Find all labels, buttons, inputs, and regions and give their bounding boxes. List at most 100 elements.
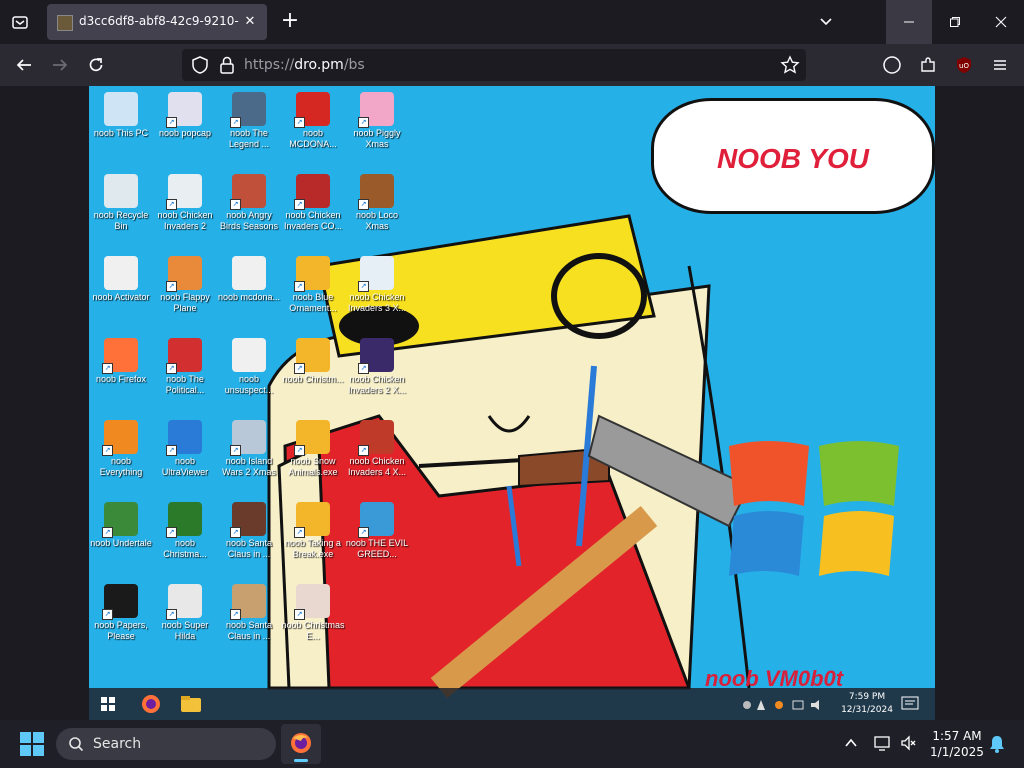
desktop-icon[interactable]: ↗ noob Loco Xmas <box>345 170 409 232</box>
speech-bubble-text: NOOB YOU <box>717 143 869 174</box>
search-placeholder: Search <box>93 736 142 752</box>
volume-muted-icon[interactable] <box>900 734 918 752</box>
desktop-icon[interactable]: ↗ noob Flappy Plane <box>153 252 217 314</box>
url-bar[interactable]: https://dro.pm/bs <box>182 49 806 81</box>
mcdonalds-icon: ↗ <box>294 92 330 128</box>
lock-icon[interactable] <box>218 55 236 79</box>
desktop-icon-label: noob unsuspect... <box>224 374 274 395</box>
desktop-icon[interactable]: ↗ noob Blue Ornament... <box>281 252 345 314</box>
browser-tab[interactable]: d3cc6df8-abf8-42c9-9210-bcb4 ✕ <box>47 4 267 40</box>
firefox-icon <box>291 733 311 753</box>
desktop-icon[interactable]: ↗ noob Firefox <box>89 334 153 385</box>
desktop-icon[interactable]: ↗ noob Christma... <box>153 498 217 560</box>
vm-desktop-screen[interactable]: NOOB YOU noob VM0b0t noob This PC ↗ noob p… <box>89 86 935 720</box>
desktop-icon[interactable]: ↗ noob Chicken Invaders 4 X... <box>345 416 409 478</box>
vm-system-tray-icons[interactable] <box>741 697 831 711</box>
desktop-icon[interactable]: noob mcdona... <box>217 252 281 303</box>
svg-text:uO: uO <box>959 62 969 70</box>
minimize-button[interactable] <box>886 0 932 44</box>
desktop-icon[interactable]: noob Activator <box>89 252 153 303</box>
desktop-icon[interactable]: ↗ noob Super Hilda <box>153 580 217 642</box>
restore-button[interactable] <box>932 0 978 44</box>
new-tab-button[interactable]: + <box>279 10 301 33</box>
taskbar-firefox-button[interactable] <box>281 724 321 764</box>
chevron-down-icon[interactable] <box>816 12 836 32</box>
menu-hamburger-icon[interactable] <box>989 54 1011 76</box>
desktop-icon-label: noob The Legend ... <box>228 128 270 149</box>
bookmark-star-icon[interactable] <box>780 55 800 79</box>
desktop-icon[interactable]: ↗ noob Christmas E... <box>281 580 345 642</box>
desktop-icon[interactable]: ↗ noob Chicken Invaders 2 X... <box>345 334 409 396</box>
desktop-icon[interactable]: ↗ noob Piggly Xmas <box>345 88 409 150</box>
desktop-icon[interactable]: ↗ noob Snow Animals.exe <box>281 416 345 478</box>
desktop-icon[interactable]: ↗ noob Papers, Please <box>89 580 153 642</box>
desktop-icon[interactable]: ↗ noob The Legend ... <box>217 88 281 150</box>
chevron-up-icon[interactable] <box>844 736 858 750</box>
shortcut-arrow-icon: ↗ <box>294 363 305 374</box>
shortcut-arrow-icon: ↗ <box>102 363 113 374</box>
network-icon[interactable] <box>874 734 892 752</box>
taskbar-clock[interactable]: 1:57 AM 1/1/2025 <box>926 728 988 760</box>
start-windows-icon[interactable] <box>20 732 44 756</box>
taskbar-time: 1:57 AM <box>932 729 982 743</box>
desktop-icon-label: noob Chicken Invaders 2 <box>157 210 213 231</box>
santa-icon: ↗ <box>230 502 266 538</box>
desktop-icon-label: noob Papers, Please <box>94 620 148 641</box>
vm-clock[interactable]: 7:59 PM 12/31/2024 <box>839 691 895 717</box>
shortcut-arrow-icon: ↗ <box>230 199 241 210</box>
shortcut-arrow-icon: ↗ <box>358 445 369 456</box>
firefox-icon: ↗ <box>102 338 138 374</box>
chicken-icon: ↗ <box>294 174 330 210</box>
ublock-origin-icon[interactable]: uO <box>953 54 975 76</box>
forward-arrow-icon[interactable] <box>49 54 71 76</box>
desktop-icon[interactable]: ↗ noob MCDONA... <box>281 88 345 150</box>
vm-firefox-icon[interactable] <box>141 694 161 714</box>
desktop-icon[interactable]: ↗ noob Christm... <box>281 334 345 385</box>
vm-notification-icon[interactable] <box>901 695 919 713</box>
desktop-icon[interactable]: ↗ noob Everything <box>89 416 153 478</box>
desktop-icon[interactable]: ↗ noob Angry Birds Seasons <box>217 170 281 232</box>
desktop-icon[interactable]: ↗ noob Chicken Invaders CO... <box>281 170 345 232</box>
desktop-icon[interactable]: ↗ noob Taking a Break.exe <box>281 498 345 560</box>
desktop-icon[interactable]: ↗ noob Chicken Invaders 3 X... <box>345 252 409 314</box>
desktop-icon-label: noob Recycle Bin <box>93 210 149 231</box>
angry-birds-icon: ↗ <box>230 174 266 210</box>
close-tab-icon[interactable]: ✕ <box>241 13 259 31</box>
santa-icon: ↗ <box>294 584 330 620</box>
close-window-button[interactable] <box>978 0 1024 44</box>
vm-start-windows-icon[interactable] <box>101 697 115 711</box>
extensions-puzzle-icon[interactable] <box>917 54 939 76</box>
tracking-protection-shield-icon[interactable] <box>190 55 210 79</box>
desktop-icon[interactable]: ↗ noob The Political... <box>153 334 217 396</box>
vm-file-explorer-icon[interactable] <box>181 696 201 712</box>
tab-title: d3cc6df8-abf8-42c9-9210-bcb4 <box>79 14 239 28</box>
desktop-icon-label: noob Angry Birds Seasons <box>219 210 279 231</box>
desktop-icon[interactable]: ↗ noob Undertale <box>89 498 153 549</box>
santa-icon: ↗ <box>230 584 266 620</box>
windows-taskbar: Search 1:57 AM 1/1/2025 <box>0 720 1024 768</box>
reload-icon[interactable] <box>85 54 107 76</box>
account-icon[interactable] <box>881 54 903 76</box>
notification-bell-icon[interactable] <box>988 734 1006 754</box>
list-all-tabs-icon[interactable] <box>8 10 32 34</box>
desktop-icon[interactable]: noob unsuspect... <box>217 334 281 396</box>
desktop-icon[interactable]: ↗ noob Santa Claus in ... <box>217 580 281 642</box>
desktop-icon[interactable]: ↗ noob popcap <box>153 88 217 139</box>
shortcut-arrow-icon: ↗ <box>166 363 177 374</box>
desktop-icon[interactable]: ↗ noob Chicken Invaders 2 <box>153 170 217 232</box>
url-scheme: https:// <box>244 57 295 73</box>
desktop-icon[interactable]: ↗ noob UltraViewer <box>153 416 217 478</box>
desktop-icon-label: noob The Political... <box>165 374 205 395</box>
desktop-icon[interactable]: ↗ noob Santa Claus in ... <box>217 498 281 560</box>
file-icon <box>232 256 266 290</box>
shortcut-arrow-icon: ↗ <box>166 527 177 538</box>
desktop-icon[interactable]: ↗ noob Island Wars 2 Xmas <box>217 416 281 478</box>
back-arrow-icon[interactable] <box>13 54 35 76</box>
desktop-icon[interactable]: noob Recycle Bin <box>89 170 153 232</box>
desktop-icon[interactable]: ↗ noob THE EVIL GREED... <box>345 498 409 560</box>
shortcut-arrow-icon: ↗ <box>230 117 241 128</box>
taskbar-search-box[interactable]: Search <box>56 728 276 760</box>
recycle-bin-icon <box>104 174 138 208</box>
desktop-icon[interactable]: noob This PC <box>89 88 153 139</box>
tab-strip: d3cc6df8-abf8-42c9-9210-bcb4 ✕ + <box>0 0 1024 44</box>
